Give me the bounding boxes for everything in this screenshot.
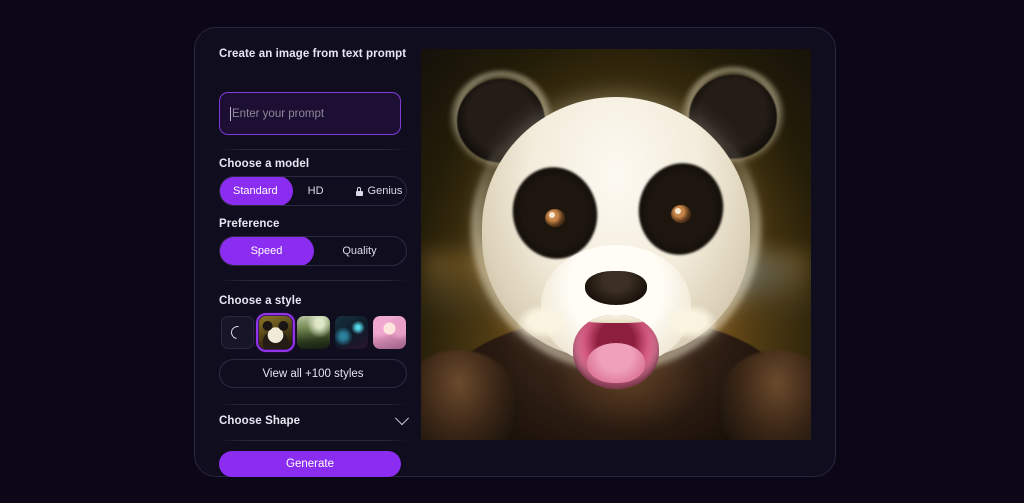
prompt-section-title: Create an image from text prompt — [219, 48, 407, 60]
style-thumb-cyberpunk[interactable] — [335, 316, 368, 349]
model-segmented-control[interactable]: Standard HD Genius — [219, 176, 407, 206]
divider-1 — [219, 149, 407, 150]
text-caret — [230, 106, 231, 121]
model-option-hd[interactable]: HD — [292, 177, 340, 205]
preference-option-quality[interactable]: Quality — [313, 237, 406, 265]
style-thumb-panda[interactable] — [256, 313, 295, 352]
preference-option-quality-label: Quality — [342, 245, 377, 257]
view-all-styles-button[interactable]: View all +100 styles — [219, 359, 407, 388]
model-section-title: Choose a model — [219, 158, 310, 170]
preference-option-speed[interactable]: Speed — [220, 237, 313, 265]
divider-2 — [219, 280, 407, 281]
preference-section-title: Preference — [219, 218, 280, 230]
choose-shape-row[interactable]: Choose Shape — [219, 410, 410, 432]
prompt-input-placeholder: Enter your prompt — [232, 107, 325, 120]
shape-section-title: Choose Shape — [219, 415, 301, 427]
style-thumb-landscape[interactable] — [297, 316, 330, 349]
model-option-standard-label: Standard — [233, 185, 278, 197]
divider-3 — [219, 404, 407, 405]
style-thumb-no-style[interactable] — [221, 316, 254, 349]
prompt-input[interactable]: Enter your prompt — [219, 92, 401, 135]
preference-option-speed-label: Speed — [250, 245, 283, 257]
app-root: Create an image from text prompt Enter y… — [0, 0, 1024, 503]
style-thumbnail-list — [221, 313, 406, 352]
lock-icon — [355, 186, 363, 196]
controls-panel: Create an image from text prompt Enter y… — [219, 48, 419, 477]
generate-button[interactable]: Generate — [219, 451, 401, 477]
model-option-genius[interactable]: Genius — [340, 177, 406, 205]
model-option-hd-label: HD — [307, 185, 324, 197]
model-option-standard[interactable]: Standard — [220, 177, 292, 205]
image-generator-card: Create an image from text prompt Enter y… — [194, 27, 836, 477]
generate-button-label: Generate — [286, 458, 334, 470]
style-thumb-anime[interactable] — [373, 316, 406, 349]
style-section-title: Choose a style — [219, 295, 302, 307]
generated-image[interactable] — [421, 49, 811, 440]
model-option-genius-label: Genius — [367, 185, 403, 197]
divider-4 — [219, 440, 407, 441]
chevron-down-icon[interactable] — [394, 411, 410, 426]
preference-segmented-control[interactable]: Speed Quality — [219, 236, 407, 266]
swirl-icon — [228, 323, 247, 342]
generated-image-content — [421, 49, 811, 440]
view-all-styles-label: View all +100 styles — [262, 367, 364, 380]
